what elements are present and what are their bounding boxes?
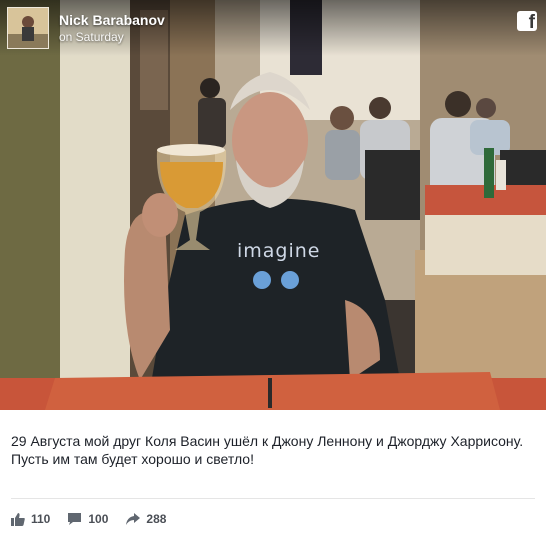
post-header: Nick Barabanov on Saturday f: [0, 0, 546, 56]
facebook-post-card: imagine Nick Barabanov on Saturday f 29 …: [0, 0, 546, 534]
likes-stat[interactable]: 110: [11, 512, 50, 526]
post-line-1: 29 Августа мой друг Коля Васин ушёл к Дж…: [11, 433, 524, 449]
post-timestamp[interactable]: on Saturday: [59, 29, 124, 45]
post-photo[interactable]: imagine Nick Barabanov on Saturday f: [0, 0, 546, 410]
facebook-icon[interactable]: f: [517, 11, 537, 33]
author-avatar[interactable]: [7, 7, 49, 49]
post-body: 29 Августа мой друг Коля Васин ушёл к Дж…: [11, 432, 531, 468]
author-name[interactable]: Nick Barabanov: [59, 11, 165, 29]
share-arrow-icon: [126, 513, 141, 525]
comment-icon: [68, 513, 82, 525]
shares-stat[interactable]: 288: [125, 512, 166, 526]
post-line-2: Пусть им там будет хорошо и светло!: [11, 451, 254, 467]
comments-stat[interactable]: 100: [67, 512, 108, 526]
restaurant-photo-illustration: [0, 0, 546, 410]
shares-count: 288: [146, 512, 167, 526]
shirt-print-text: imagine: [237, 240, 321, 262]
thumbs-up-icon: [11, 513, 25, 526]
avatar-image: [8, 8, 48, 48]
divider: [11, 498, 535, 499]
likes-count: 110: [31, 512, 51, 526]
comments-count: 100: [88, 512, 109, 526]
engagement-stats: 110 100 288: [11, 510, 183, 528]
